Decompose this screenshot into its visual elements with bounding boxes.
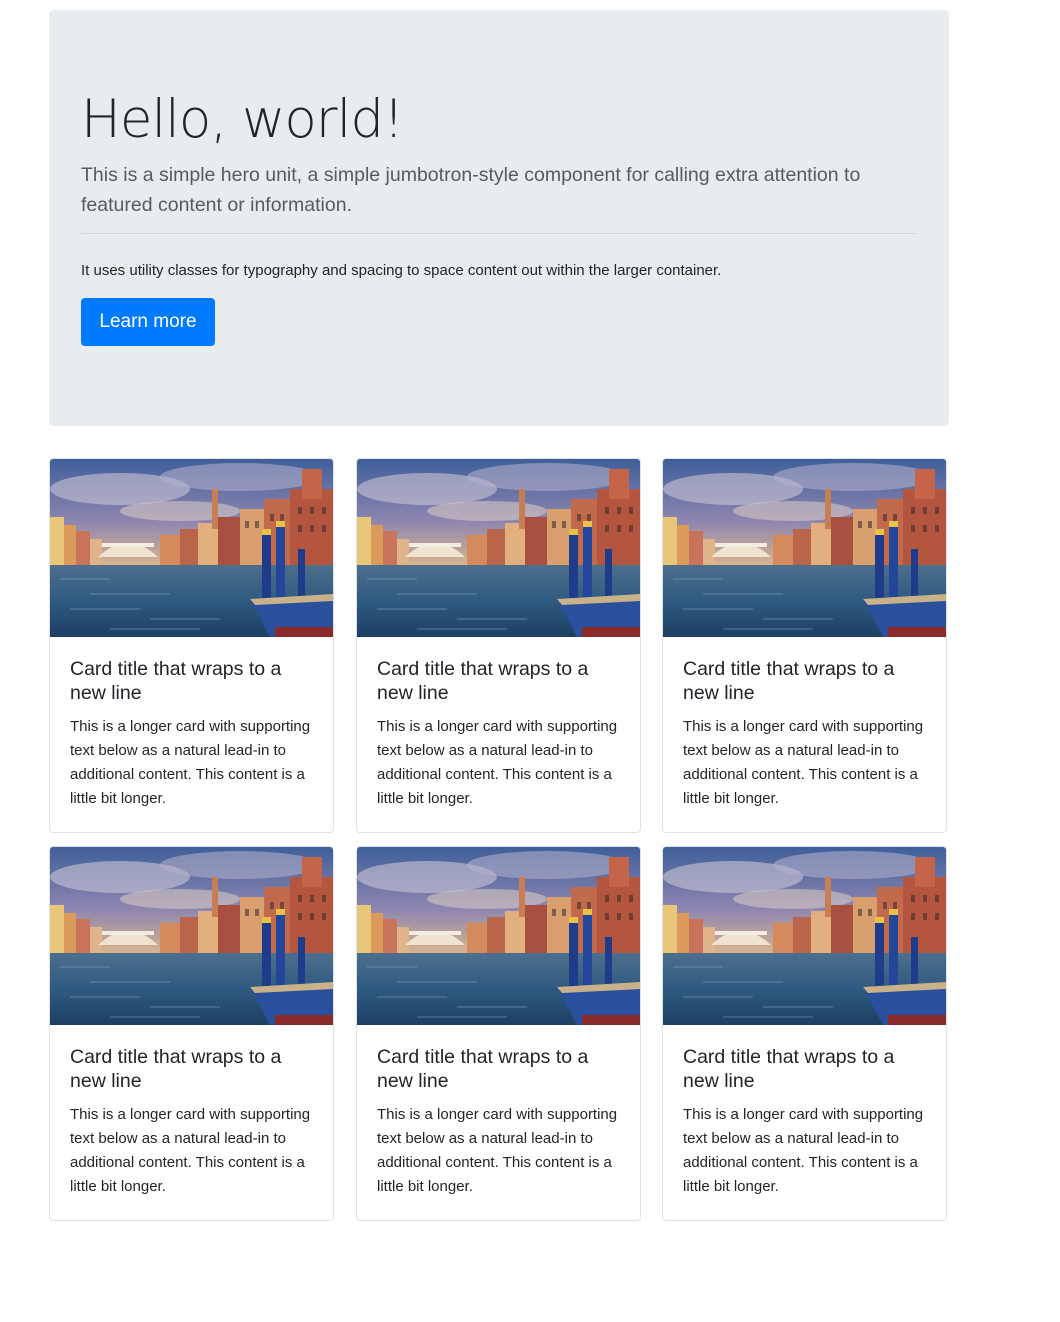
venice-grand-canal-image: [663, 847, 946, 1025]
card: Card title that wraps to a new line This…: [356, 846, 641, 1221]
card-body: Card title that wraps to a new line This…: [683, 657, 931, 811]
card-title: Card title that wraps to a new line: [70, 1046, 282, 1092]
venice-grand-canal-image: [357, 847, 640, 1025]
card-title: Card title that wraps to a new line: [377, 1046, 589, 1092]
card-title: Card title that wraps to a new line: [683, 1046, 895, 1092]
card: Card title that wraps to a new line This…: [662, 846, 947, 1221]
learn-more-button[interactable]: Learn more: [81, 298, 215, 346]
card-body: Card title that wraps to a new line This…: [377, 1045, 625, 1199]
hero-title: Hello, world!: [81, 89, 404, 150]
card-body: Card title that wraps to a new line This…: [377, 657, 625, 811]
card-text: This is a longer card with supporting te…: [70, 718, 311, 807]
card: Card title that wraps to a new line This…: [356, 458, 641, 833]
card-text: This is a longer card with supporting te…: [683, 1106, 924, 1195]
jumbotron: Hello, world! This is a simple hero unit…: [49, 10, 949, 426]
card-text: This is a longer card with supporting te…: [683, 718, 924, 807]
card: Card title that wraps to a new line This…: [662, 458, 947, 833]
card-title: Card title that wraps to a new line: [377, 658, 589, 704]
venice-grand-canal-image: [50, 847, 333, 1025]
venice-grand-canal-image: [357, 459, 640, 637]
card-text: This is a longer card with supporting te…: [377, 718, 618, 807]
card-text: This is a longer card with supporting te…: [377, 1106, 618, 1195]
card-body: Card title that wraps to a new line This…: [70, 657, 318, 811]
card-body: Card title that wraps to a new line This…: [683, 1045, 931, 1199]
card: Card title that wraps to a new line This…: [49, 846, 334, 1221]
venice-grand-canal-image: [663, 459, 946, 637]
venice-grand-canal-image: [50, 459, 333, 637]
card-title: Card title that wraps to a new line: [683, 658, 895, 704]
hero-lead-text: This is a simple hero unit, a simple jum…: [81, 164, 861, 216]
card-text: This is a longer card with supporting te…: [70, 1106, 311, 1195]
hero-divider: [81, 233, 917, 234]
card-title: Card title that wraps to a new line: [70, 658, 282, 704]
card: Card title that wraps to a new line This…: [49, 458, 334, 833]
hero-body-text: It uses utility classes for typography a…: [81, 262, 722, 279]
card-body: Card title that wraps to a new line This…: [70, 1045, 318, 1199]
